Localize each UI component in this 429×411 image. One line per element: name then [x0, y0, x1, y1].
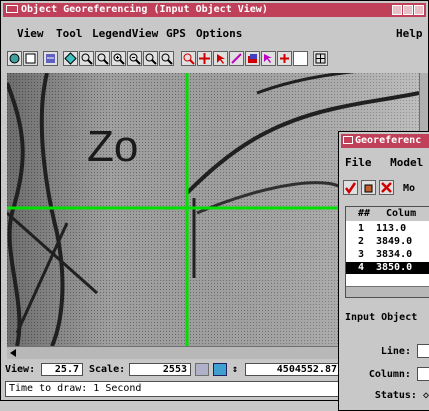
menu-tool[interactable]: Tool — [56, 23, 83, 45]
grid-icon[interactable] — [313, 51, 328, 66]
georef-window-title: Georeferenc — [355, 135, 422, 146]
control-points-table: ## Colum 1 113.0 2 3849.0 3 3834.0 4 3850.0 — [345, 206, 429, 298]
georeference-window: Georeferenc File Model Mo ## Colum 1 113.… — [338, 131, 429, 411]
zoom-previous-icon[interactable] — [159, 51, 174, 66]
zoom-out-icon[interactable] — [127, 51, 142, 66]
delete-x-icon[interactable] — [379, 180, 394, 195]
zoom-box-icon[interactable] — [79, 51, 94, 66]
legend-icon[interactable] — [43, 51, 58, 66]
map-label: Zo — [87, 122, 138, 171]
table-row[interactable]: 3 3834.0 — [346, 249, 429, 261]
blank-tool-icon[interactable] — [293, 51, 308, 66]
main-toolbar — [3, 47, 426, 71]
status-label: Status: ◇ — [375, 390, 429, 401]
zoom-red-icon[interactable] — [181, 51, 196, 66]
zoom-fit-icon[interactable] — [95, 51, 110, 66]
crosshair-icon[interactable] — [197, 51, 212, 66]
scale-label: Scale: — [89, 364, 126, 375]
select-arrow-icon[interactable] — [213, 51, 228, 66]
menu-options[interactable]: Options — [196, 23, 242, 45]
window-title: Object Georeferencing (Input Object View… — [21, 4, 268, 15]
zoom-icon[interactable] — [143, 51, 158, 66]
layer-icon[interactable] — [245, 51, 260, 66]
scale-field[interactable]: 2553 — [129, 363, 191, 376]
column-label: Column: — [369, 367, 429, 381]
georef-title-bar[interactable]: Georeferenc — [341, 134, 429, 148]
menu-legendview[interactable]: LegendView — [92, 23, 158, 45]
georef-menu-bar: File Model — [345, 156, 429, 169]
zoom-in-icon[interactable] — [111, 51, 126, 66]
window-icon[interactable] — [23, 51, 38, 66]
menu-view[interactable]: View — [17, 23, 44, 45]
pan-icon[interactable] — [63, 51, 78, 66]
main-title-bar[interactable]: Object Georeferencing (Input Object View… — [3, 3, 426, 17]
menu-help[interactable]: Help — [396, 23, 423, 45]
table-row[interactable]: 1 113.0 — [346, 223, 429, 235]
coordinate-field[interactable]: 4504552.87 — [245, 363, 341, 376]
close-icon[interactable] — [414, 5, 424, 15]
table-horizontal-scrollbar[interactable] — [346, 286, 429, 297]
column-input[interactable] — [417, 367, 429, 381]
menu-bar: View Tool LegendView GPS Options Help — [3, 23, 426, 45]
window-menu-icon[interactable] — [343, 136, 353, 144]
input-object-section-label: Input Object — [345, 312, 418, 323]
paint-bucket-icon[interactable] — [361, 180, 376, 195]
checkmark-icon[interactable] — [343, 180, 358, 195]
status-indicator-icon: ◇ — [423, 390, 429, 401]
window-controls — [392, 5, 424, 15]
spin-arrows-icon[interactable]: ↕ — [231, 362, 239, 376]
line-label: Line: — [381, 344, 429, 358]
menu-gps[interactable]: GPS — [166, 23, 186, 45]
maximize-icon[interactable] — [403, 5, 413, 15]
table-row[interactable]: 2 3849.0 — [346, 236, 429, 248]
header-number: ## — [358, 208, 371, 219]
menu-model[interactable]: Model — [390, 156, 423, 169]
table-row-selected[interactable]: 4 3850.0 — [346, 262, 429, 274]
georef-icon[interactable] — [7, 51, 22, 66]
view-label: View: — [5, 364, 36, 375]
edit-icon[interactable] — [229, 51, 244, 66]
minimize-icon[interactable] — [392, 5, 402, 15]
line-input[interactable] — [417, 344, 429, 358]
window-menu-icon[interactable] — [6, 5, 18, 13]
point-tool-icon[interactable] — [261, 51, 276, 66]
view-field[interactable]: 25.7 — [41, 363, 83, 376]
table-header: ## Colum — [346, 207, 429, 221]
toolbar-label: Mo — [403, 183, 416, 194]
add-point-icon[interactable] — [277, 51, 292, 66]
lock-scale-icon[interactable] — [195, 363, 209, 376]
position-icon[interactable] — [213, 363, 227, 376]
menu-file[interactable]: File — [345, 156, 372, 169]
header-column: Colum — [386, 208, 417, 219]
